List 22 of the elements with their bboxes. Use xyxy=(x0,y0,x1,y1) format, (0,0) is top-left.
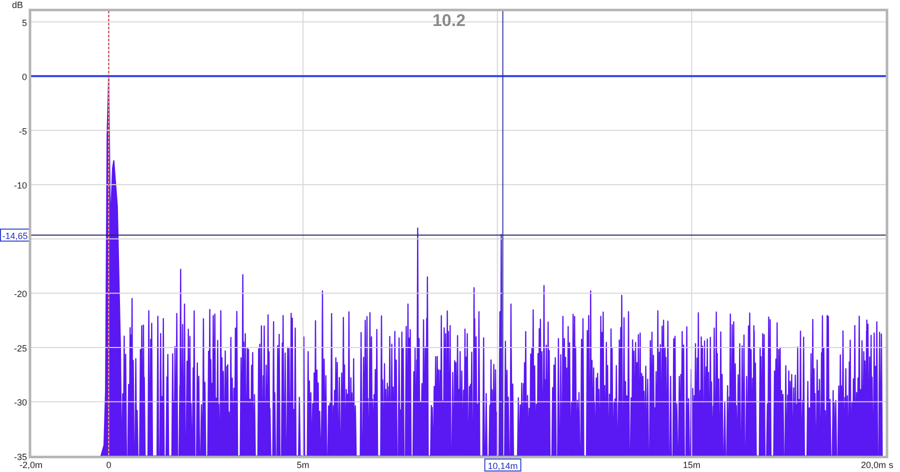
cursor-line[interactable] xyxy=(30,234,886,236)
x-axis-unit: s xyxy=(888,460,894,470)
cursor-readout: -14,65 xyxy=(0,228,30,242)
x-axis-label: 5m xyxy=(296,460,310,470)
x-axis-label: -2,0m xyxy=(20,460,42,470)
y-axis-unit: dB xyxy=(12,0,24,10)
x-axis-label: 0 xyxy=(106,460,112,470)
y-axis-label: -20 xyxy=(14,289,27,300)
y-axis-label: -5 xyxy=(18,126,27,136)
ref-line-label: 10,14m xyxy=(488,461,518,471)
cursor-line[interactable] xyxy=(502,10,504,456)
y-axis-label: -10 xyxy=(14,180,27,191)
ref-line-label: -14,65 xyxy=(2,231,28,242)
y-axis-label: -30 xyxy=(14,398,27,408)
y-axis-label: 0 xyxy=(22,72,27,82)
x-axis-label: 15m xyxy=(682,460,700,470)
x-axis-label: 20,0m xyxy=(860,460,886,470)
chart-title: 10.2 xyxy=(432,11,466,30)
y-axis-label: 5 xyxy=(22,18,27,28)
y-axis-label: -25 xyxy=(14,343,27,354)
cursor-readout: 10,14m xyxy=(484,458,522,472)
y-axis-label: -35 xyxy=(14,452,27,462)
